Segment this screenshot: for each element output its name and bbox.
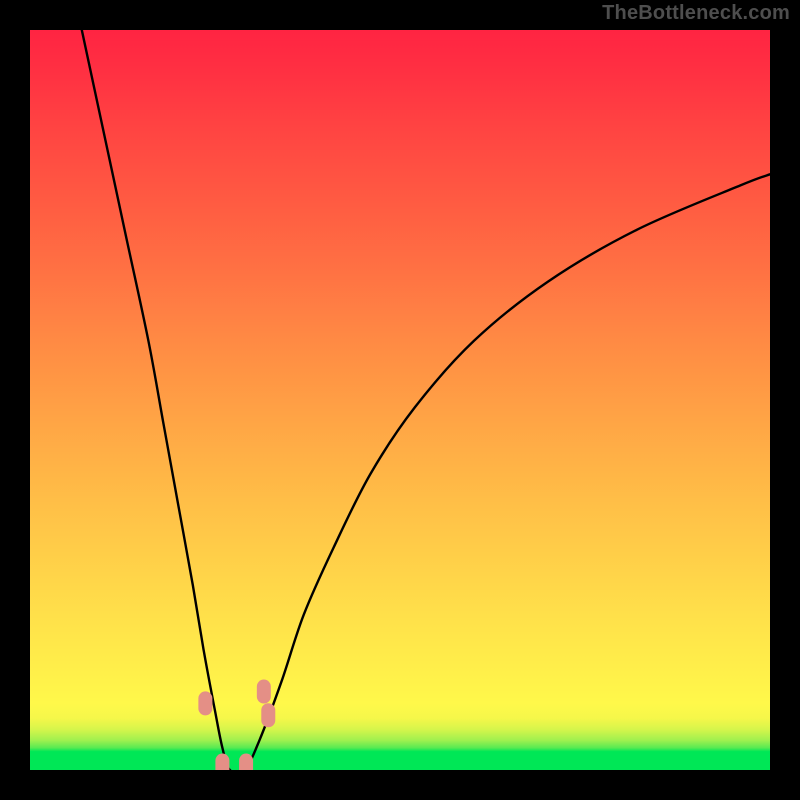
chart-frame: TheBottleneck.com <box>0 0 800 800</box>
watermark-text: TheBottleneck.com <box>602 2 790 25</box>
marker-optimal-bottom-a <box>215 754 229 770</box>
marker-optimal-bottom-b <box>239 754 253 770</box>
marker-optimal-right-a <box>257 680 271 704</box>
marker-optimal-left <box>198 691 212 715</box>
marker-optimal-right-b <box>261 703 275 727</box>
marker-layer <box>30 30 770 770</box>
plot-area <box>30 30 770 770</box>
